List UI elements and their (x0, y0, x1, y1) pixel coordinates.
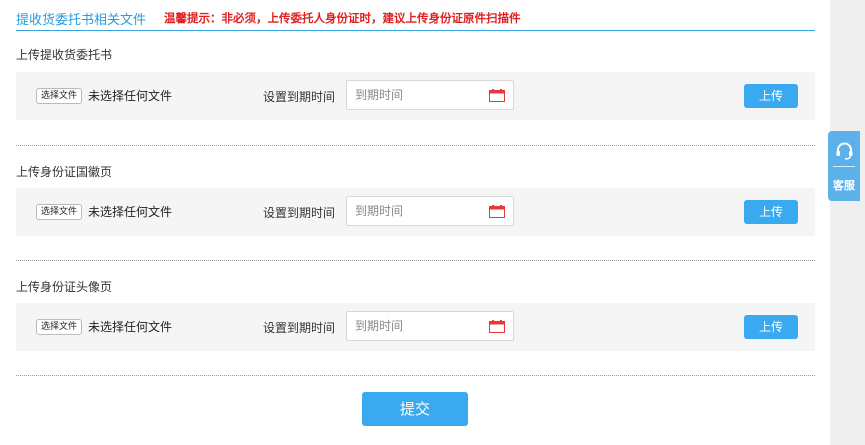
main-panel: 提收货委托书相关文件 温馨提示：非必须，上传委托人身份证时，建议上传身份证原件扫… (0, 0, 830, 445)
warning-hint: 温馨提示：非必须，上传委托人身份证时，建议上传身份证原件扫描件 (164, 11, 521, 25)
expire-time-label: 设置到期时间 (263, 206, 336, 220)
upload-button[interactable]: 上传 (744, 200, 798, 224)
calendar-icon[interactable] (489, 89, 505, 102)
expire-date-field[interactable] (346, 80, 514, 110)
customer-service-label: 客服 (833, 179, 855, 192)
customer-service-tab[interactable]: 客服 (828, 131, 860, 201)
choose-file-button[interactable]: 选择文件 (36, 88, 83, 104)
choose-file-button[interactable]: 选择文件 (36, 319, 83, 335)
upload-row-authorization: 选择文件 未选择任何文件 设置到期时间 上传 (16, 72, 815, 120)
expire-date-input[interactable] (347, 197, 485, 225)
section-title-authorization: 上传提收货委托书 (16, 48, 113, 62)
expire-date-field[interactable] (346, 196, 514, 226)
upload-row-id-portrait: 选择文件 未选择任何文件 设置到期时间 上传 (16, 303, 815, 351)
calendar-icon[interactable] (489, 320, 505, 333)
submit-button[interactable]: 提交 (362, 392, 468, 426)
upload-button[interactable]: 上传 (744, 84, 798, 108)
choose-file-button[interactable]: 选择文件 (36, 204, 83, 220)
section-header: 提收货委托书相关文件 温馨提示：非必须，上传委托人身份证时，建议上传身份证原件扫… (16, 8, 815, 31)
expire-time-label: 设置到期时间 (263, 90, 336, 104)
upload-row-id-emblem: 选择文件 未选择任何文件 设置到期时间 上传 (16, 188, 815, 236)
expire-date-input[interactable] (347, 312, 485, 340)
expire-date-input[interactable] (347, 81, 485, 109)
file-status-text: 未选择任何文件 (88, 89, 173, 103)
service-divider (833, 166, 855, 167)
right-sidebar (830, 0, 865, 445)
expire-date-field[interactable] (346, 311, 514, 341)
upload-button[interactable]: 上传 (744, 315, 798, 339)
section-divider (16, 145, 815, 146)
section-title-id-portrait: 上传身份证头像页 (16, 280, 113, 294)
page-title: 提收货委托书相关文件 (16, 13, 147, 28)
file-status-text: 未选择任何文件 (88, 320, 173, 334)
section-divider (16, 375, 815, 376)
calendar-icon[interactable] (489, 205, 505, 218)
section-divider (16, 260, 815, 261)
section-title-id-emblem: 上传身份证国徽页 (16, 165, 113, 179)
file-status-text: 未选择任何文件 (88, 205, 173, 219)
headset-icon (836, 142, 853, 160)
expire-time-label: 设置到期时间 (263, 321, 336, 335)
